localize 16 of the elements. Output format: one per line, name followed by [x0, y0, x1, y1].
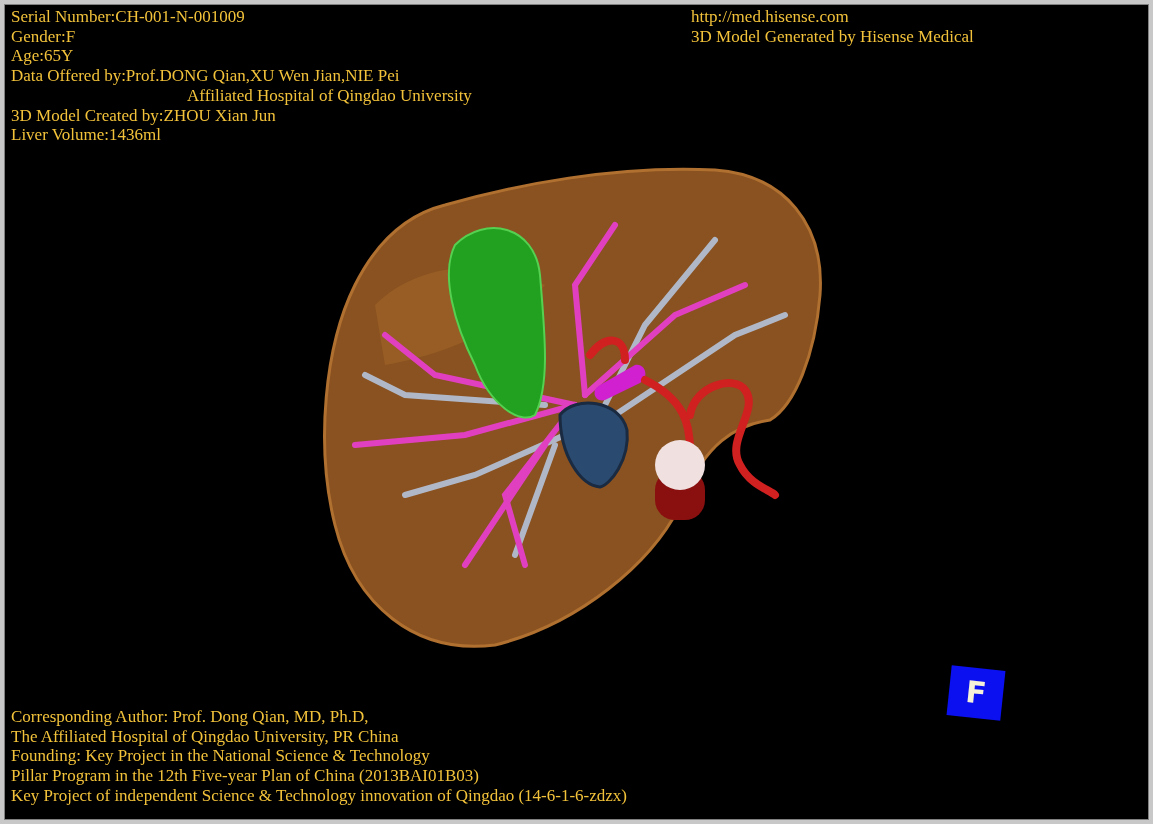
credit-line: Corresponding Author: Prof. Dong Qian, MD, Ph.D, [11, 707, 369, 726]
credit-line: The Affiliated Hospital of Qingdao University, PR China [11, 726, 399, 746]
credit-line: Key Project of independent Science & Technology innovation of Qingdao (14-6-1-6-zdzx) [11, 785, 627, 805]
info-line: Affiliated Hospital of Qingdao University [187, 85, 472, 105]
credit-line: Founding: Key Project in the National Science & Technology [11, 746, 430, 766]
info-line: 3D Model Generated by Hisense Medical [691, 26, 974, 46]
orientation-cube[interactable]: F [946, 665, 1006, 721]
info-line: http://med.hisense.com [691, 7, 849, 26]
info-line: Gender:F [11, 26, 76, 46]
info-line: Data Offered by:Prof.DONG Qian,XU Wen Jian,NIE Pei [11, 66, 400, 86]
credit-line: Pillar Program in the 12th Five-year Plan of China (2013BAI01B03) [11, 766, 479, 786]
info-line: Serial Number:CH-001-N-001009 [11, 7, 245, 26]
info-line: Liver Volume:1436ml [11, 125, 161, 145]
info-line: 3D Model Created by:ZHOU Xian Jun [11, 105, 276, 125]
info-line: Age:65Y [11, 46, 74, 66]
orientation-label: F [964, 677, 988, 709]
